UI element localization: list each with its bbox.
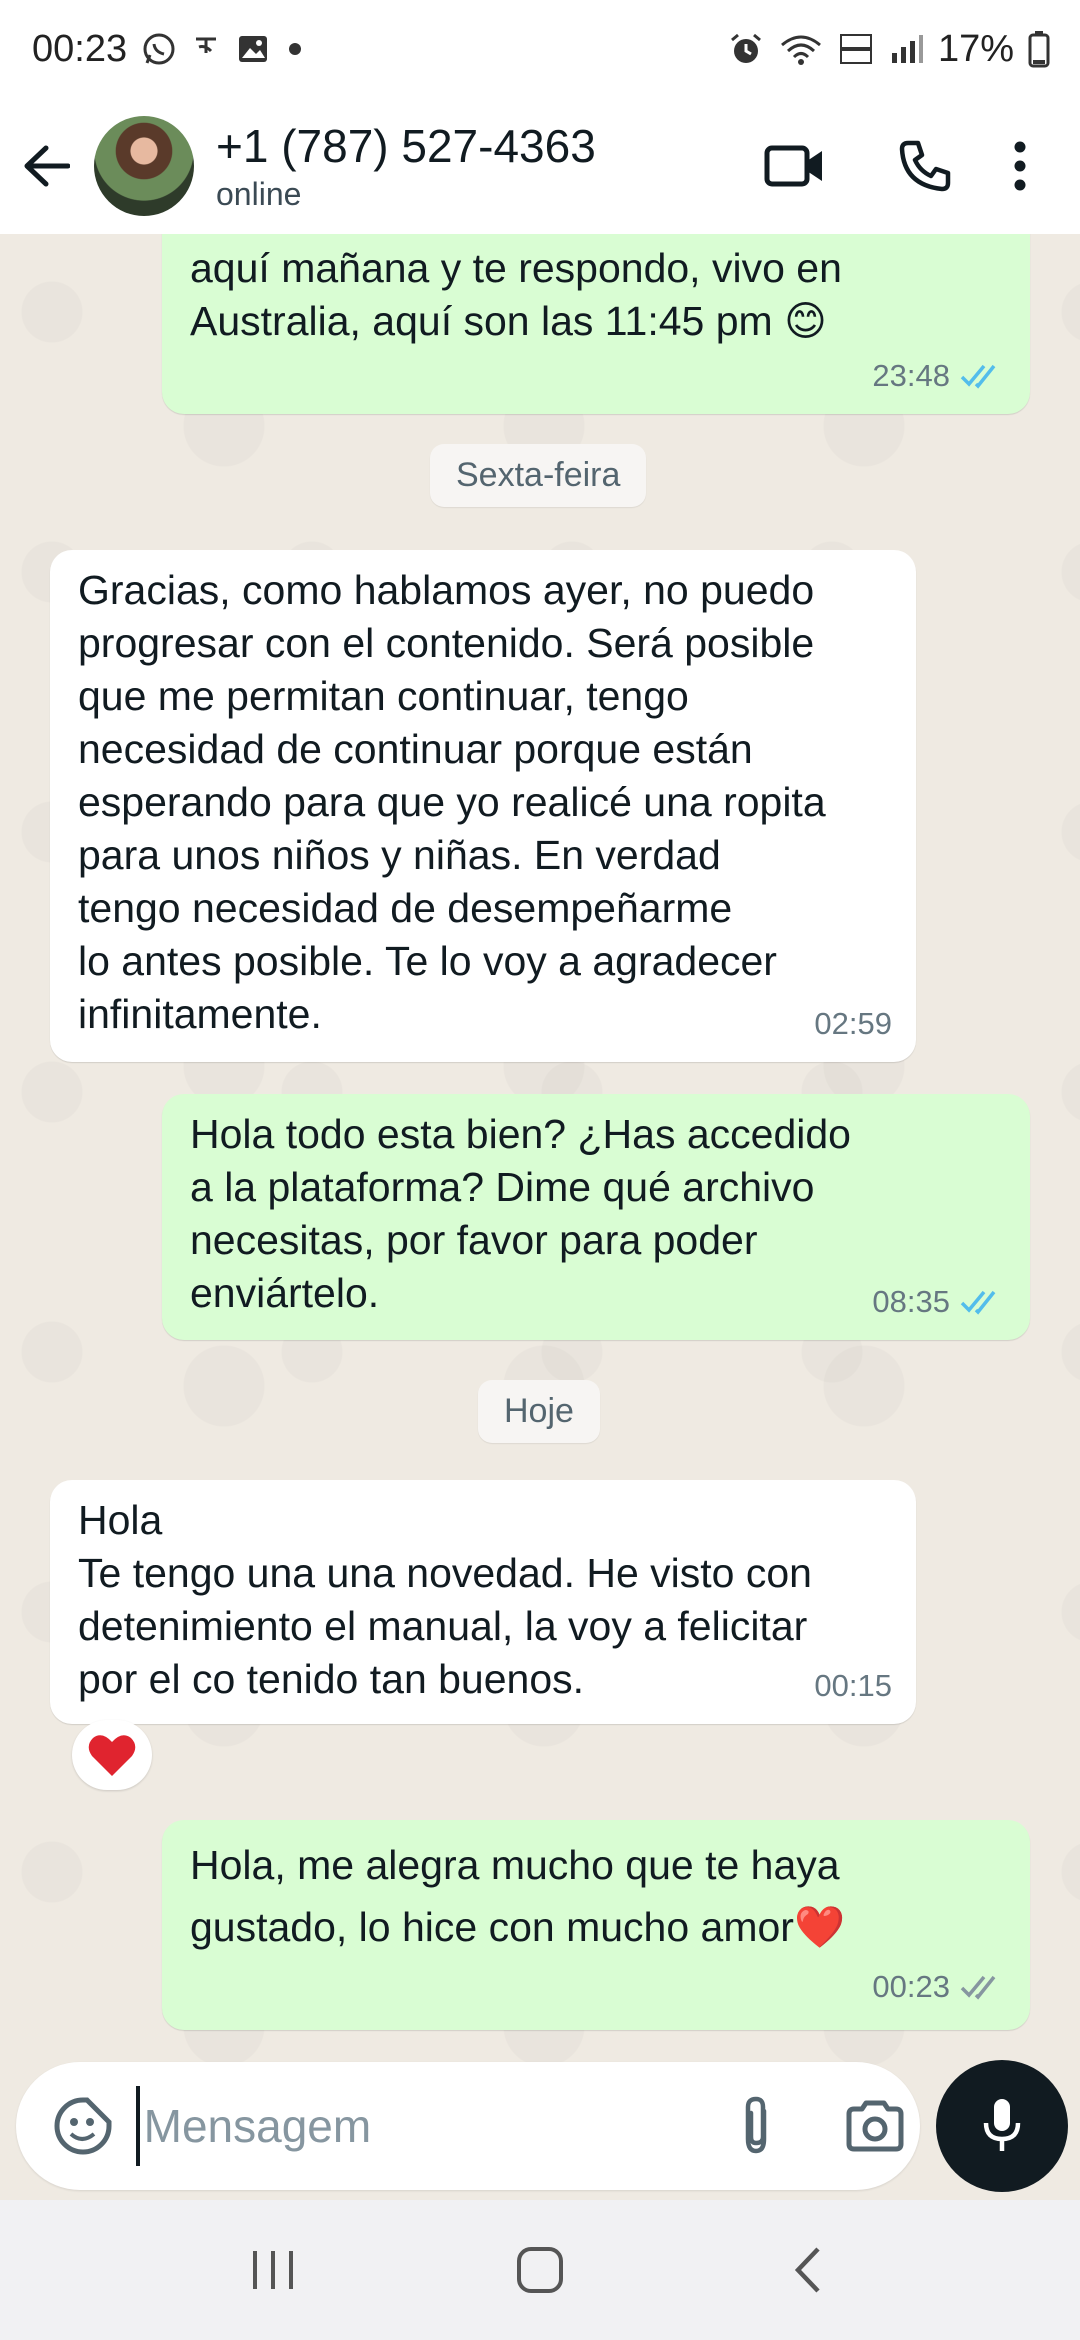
voice-message-button[interactable] (936, 2060, 1068, 2192)
arrow-left-icon (24, 145, 70, 187)
message-input[interactable] (135, 2086, 696, 2166)
chat-header: +1 (787) 527-4363 online (0, 98, 1080, 234)
camera-icon (846, 2100, 904, 2152)
more-options-button[interactable] (990, 116, 1050, 216)
volte-icon (838, 31, 874, 67)
sticker-emoji-button[interactable] (40, 2078, 126, 2174)
message-bubble-outgoing[interactable]: Hola, me alegra mucho que te haya gustad… (162, 1820, 1030, 2030)
kebab-menu-icon (1014, 141, 1026, 191)
avatar[interactable] (94, 116, 194, 216)
message-meta: 08:35 (872, 1275, 1006, 1328)
message-time: 08:35 (872, 1284, 950, 1319)
home-button[interactable] (480, 2220, 600, 2320)
heart-icon (88, 1735, 136, 1776)
message-time: 00:23 (872, 1969, 950, 2004)
paperclip-icon (745, 2096, 767, 2154)
delivered-ticks-icon (960, 1973, 1006, 2001)
recent-apps-button[interactable] (213, 2220, 333, 2320)
date-separator: Sexta-feira (430, 444, 647, 507)
header-actions (730, 98, 1050, 234)
date-separator: Hoje (478, 1380, 600, 1443)
microphone-icon (983, 2099, 1021, 2151)
contact-info[interactable]: +1 (787) 527-4363 online (216, 118, 596, 214)
message-reaction[interactable] (72, 1720, 152, 1790)
back-button[interactable] (20, 136, 72, 196)
message-bubble-incoming[interactable]: Gracias, como hablamos ayer, no puedo pr… (50, 550, 916, 1062)
voice-call-button[interactable] (860, 116, 990, 216)
camera-button[interactable] (831, 2076, 920, 2176)
message-time: 00:15 (814, 1668, 892, 1703)
message-text: aquí mañana y te respondo, vivo en Austr… (190, 245, 842, 344)
video-camera-icon (764, 145, 822, 187)
read-ticks-icon (960, 1288, 1006, 1316)
contact-name: +1 (787) 527-4363 (216, 120, 596, 172)
message-meta: 02:59 (814, 997, 892, 1050)
message-time: 02:59 (814, 1006, 892, 1041)
wifi-icon (778, 31, 824, 67)
battery-text: 17% (937, 27, 1014, 70)
dot-icon (285, 39, 305, 59)
status-left: 00:23 (32, 28, 305, 71)
battery-icon (1028, 30, 1050, 68)
message-text: Hola, me alegra mucho que te haya gustad… (190, 1842, 845, 1950)
sticker-icon (54, 2097, 112, 2155)
gallery-icon (235, 31, 271, 67)
status-time: 00:23 (32, 27, 128, 70)
home-icon (516, 2247, 563, 2293)
message-composer (16, 2062, 920, 2190)
message-bubble-outgoing[interactable]: aquí mañana y te respondo, vivo en Austr… (162, 234, 1030, 414)
chevron-left-icon (794, 2247, 820, 2293)
message-bubble-outgoing[interactable]: Hola todo esta bien? ¿Has accedido a la … (162, 1094, 1030, 1340)
contact-status: online (216, 176, 302, 212)
whatsapp-icon (141, 31, 177, 67)
attach-button[interactable] (712, 2076, 801, 2176)
alarm-icon (728, 31, 764, 67)
message-meta: 00:23 (872, 1956, 1006, 2018)
message-meta: 23:48 (872, 349, 1006, 402)
status-bar: 00:23 17% (0, 0, 1080, 98)
read-ticks-icon (960, 362, 1006, 390)
message-time: 23:48 (872, 358, 950, 393)
back-nav-button[interactable] (747, 2220, 867, 2320)
message-meta: 00:15 (814, 1659, 892, 1712)
notification-icon (191, 31, 221, 67)
signal-icon (888, 31, 924, 67)
message-bubble-incoming[interactable]: Hola Te tengo una una novedad. He visto … (50, 1480, 916, 1724)
phone-icon (899, 140, 951, 192)
message-text: Gracias, como hablamos ayer, no puedo pr… (78, 567, 826, 1037)
message-text: Hola Te tengo una una novedad. He visto … (78, 1497, 812, 1702)
chat-messages[interactable]: aquí mañana y te respondo, vivo en Austr… (0, 234, 1080, 2070)
system-nav-bar (0, 2200, 1080, 2340)
video-call-button[interactable] (730, 116, 860, 216)
status-right: 17% (728, 28, 1050, 71)
recents-icon (253, 2251, 294, 2289)
